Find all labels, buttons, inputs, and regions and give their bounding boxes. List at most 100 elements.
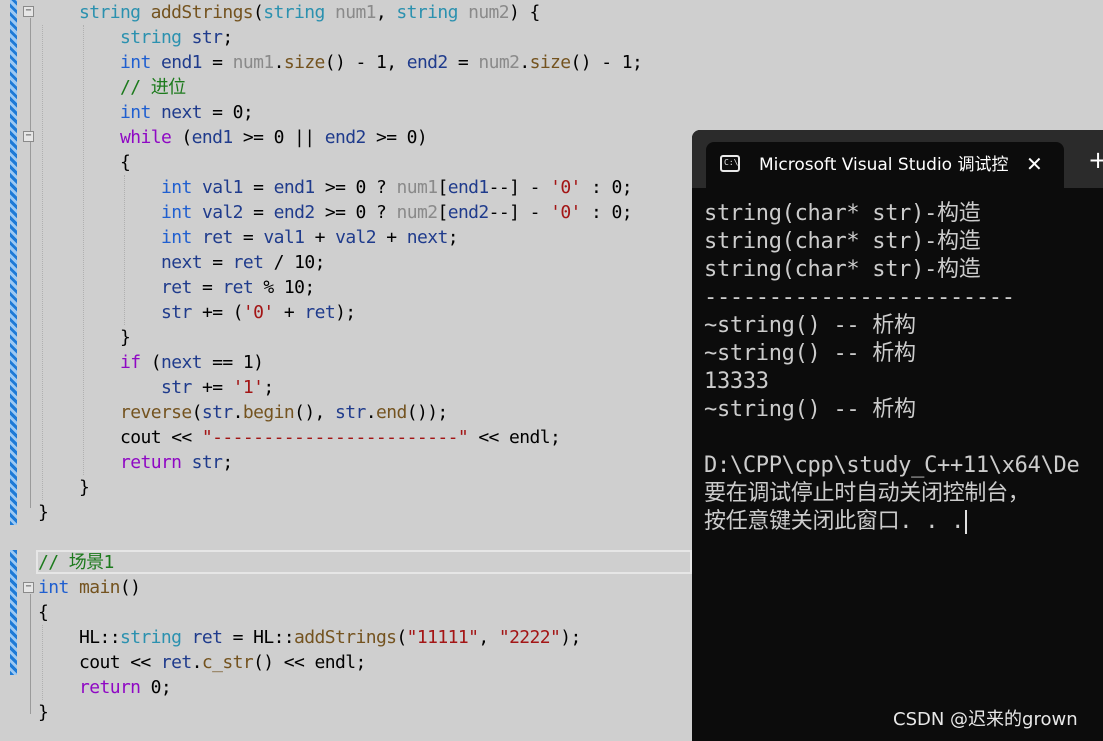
code-token: endl xyxy=(314,652,356,673)
code-token: HL xyxy=(253,627,274,648)
code-token: ) { xyxy=(509,2,540,23)
code-token: string xyxy=(263,2,325,23)
code-token: cout xyxy=(79,652,121,673)
code-line[interactable]: } xyxy=(38,500,49,525)
code-token: : 0; xyxy=(580,202,633,223)
code-token: } xyxy=(38,702,49,723)
code-token: end1 xyxy=(273,177,316,198)
watermark: CSDN @迟来的grown xyxy=(893,709,1078,730)
code-line[interactable]: cout << "------------------------" << en… xyxy=(120,425,561,450)
code-line[interactable]: ret = ret % 10; xyxy=(161,275,315,300)
code-line[interactable]: { xyxy=(120,150,131,175)
code-line[interactable]: { xyxy=(38,600,49,625)
code-line[interactable]: str += ('0' + ret); xyxy=(161,300,356,325)
code-token: "------------------------" xyxy=(201,427,469,448)
code-token: end xyxy=(376,402,407,423)
code-line[interactable]: str += '1'; xyxy=(161,375,274,400)
code-line[interactable]: next = ret / 10; xyxy=(161,250,325,275)
code-line[interactable]: if (next == 1) xyxy=(120,350,264,375)
code-token: // 进位 xyxy=(120,77,186,98)
code-token: << xyxy=(160,427,202,448)
code-line[interactable]: string str; xyxy=(120,25,233,50)
fold-toggle-icon[interactable] xyxy=(23,6,34,17)
code-token: '0' xyxy=(550,202,581,223)
code-token: string xyxy=(119,627,182,648)
code-token: = xyxy=(242,177,274,198)
code-token: ; xyxy=(263,377,274,398)
code-line[interactable]: } xyxy=(120,325,131,350)
code-token: c_str xyxy=(201,652,254,673)
code-line[interactable]: // 进位 xyxy=(120,75,186,100)
code-token: end1 xyxy=(191,127,234,148)
indent-guide xyxy=(83,25,84,475)
code-token: addStrings xyxy=(294,627,397,648)
code-token: >= 0 ? xyxy=(314,177,397,198)
fold-toggle-icon[interactable] xyxy=(23,131,34,142)
code-token: --] - xyxy=(488,202,551,223)
code-line[interactable]: reverse(str.begin(), str.end()); xyxy=(120,400,448,425)
code-token: ()); xyxy=(406,402,449,423)
code-line[interactable]: string addStrings(string num1, string nu… xyxy=(79,0,540,25)
terminal-icon: C:\ xyxy=(720,155,740,172)
code-token: = xyxy=(201,252,233,273)
code-line[interactable]: int val1 = end1 >= 0 ? num1[end1--] - '0… xyxy=(161,175,633,200)
code-line[interactable]: while (end1 >= 0 || end2 >= 0) xyxy=(120,125,428,150)
code-token: += ( xyxy=(191,302,244,323)
code-line[interactable]: int end1 = num1.size() - 1, end2 = num2.… xyxy=(120,50,643,75)
code-token: num1 xyxy=(334,2,377,23)
code-token: ret xyxy=(232,252,264,273)
close-icon[interactable]: ✕ xyxy=(1026,152,1043,176)
code-token: + xyxy=(273,302,305,323)
fold-toggle-icon[interactable] xyxy=(23,582,34,593)
outline-line xyxy=(30,143,31,343)
code-token: string xyxy=(79,2,141,23)
code-line[interactable]: HL::string ret = HL::addStrings("11111",… xyxy=(79,625,581,650)
code-token: [ xyxy=(437,177,448,198)
code-token: int xyxy=(120,102,151,123)
code-token: --] - xyxy=(488,177,551,198)
code-line[interactable]: int val2 = end2 >= 0 ? num2[end2--] - '0… xyxy=(161,200,633,225)
console-tab[interactable]: C:\ Microsoft Visual Studio 调试控制台 ✕ xyxy=(706,142,1064,188)
code-line[interactable]: } xyxy=(79,475,90,500)
code-line[interactable]: return 0; xyxy=(79,675,172,700)
code-token: } xyxy=(38,502,49,523)
code-token: next xyxy=(160,352,203,373)
code-token: = xyxy=(447,52,479,73)
code-line[interactable]: int next = 0; xyxy=(120,100,254,125)
console-titlebar[interactable]: C:\ Microsoft Visual Studio 调试控制台 ✕ + xyxy=(692,130,1103,188)
new-tab-button[interactable]: + xyxy=(1088,148,1103,172)
code-token: num2 xyxy=(478,52,520,73)
change-indicator-bar xyxy=(10,550,17,675)
code-token: str xyxy=(191,452,223,473)
code-line[interactable]: return str; xyxy=(120,450,233,475)
code-token: num1 xyxy=(396,177,439,198)
code-token: : 0; xyxy=(580,177,633,198)
console-line: string(char* str)-构造 xyxy=(704,229,981,254)
code-token: , xyxy=(478,627,499,648)
code-token: end2 xyxy=(324,127,367,148)
code-token: int xyxy=(161,177,192,198)
code-token: () << xyxy=(253,652,315,673)
code-token: ( xyxy=(191,402,203,423)
code-token: 0; xyxy=(140,677,172,698)
code-token: num1 xyxy=(232,52,275,73)
code-token: = 0; xyxy=(201,102,254,123)
code-line[interactable]: } xyxy=(38,700,49,725)
console-line: 按任意键关闭此窗口. . . xyxy=(704,508,1103,536)
debug-console-window[interactable]: C:\ Microsoft Visual Studio 调试控制台 ✕ + st… xyxy=(692,130,1103,741)
code-token: { xyxy=(38,602,49,623)
code-token: () - 1; xyxy=(570,52,643,73)
code-token: end1 xyxy=(447,177,490,198)
code-token: cout xyxy=(120,427,162,448)
code-line[interactable]: int main() xyxy=(38,575,141,600)
code-token: reverse xyxy=(120,402,192,423)
code-token: int xyxy=(161,227,192,248)
code-token: next xyxy=(161,252,203,273)
code-line[interactable]: // 场景1 xyxy=(38,550,114,575)
code-line[interactable]: cout << ret.c_str() << endl; xyxy=(79,650,366,675)
code-line[interactable]: int ret = val1 + val2 + next; xyxy=(161,225,459,250)
code-token: int xyxy=(120,52,151,73)
